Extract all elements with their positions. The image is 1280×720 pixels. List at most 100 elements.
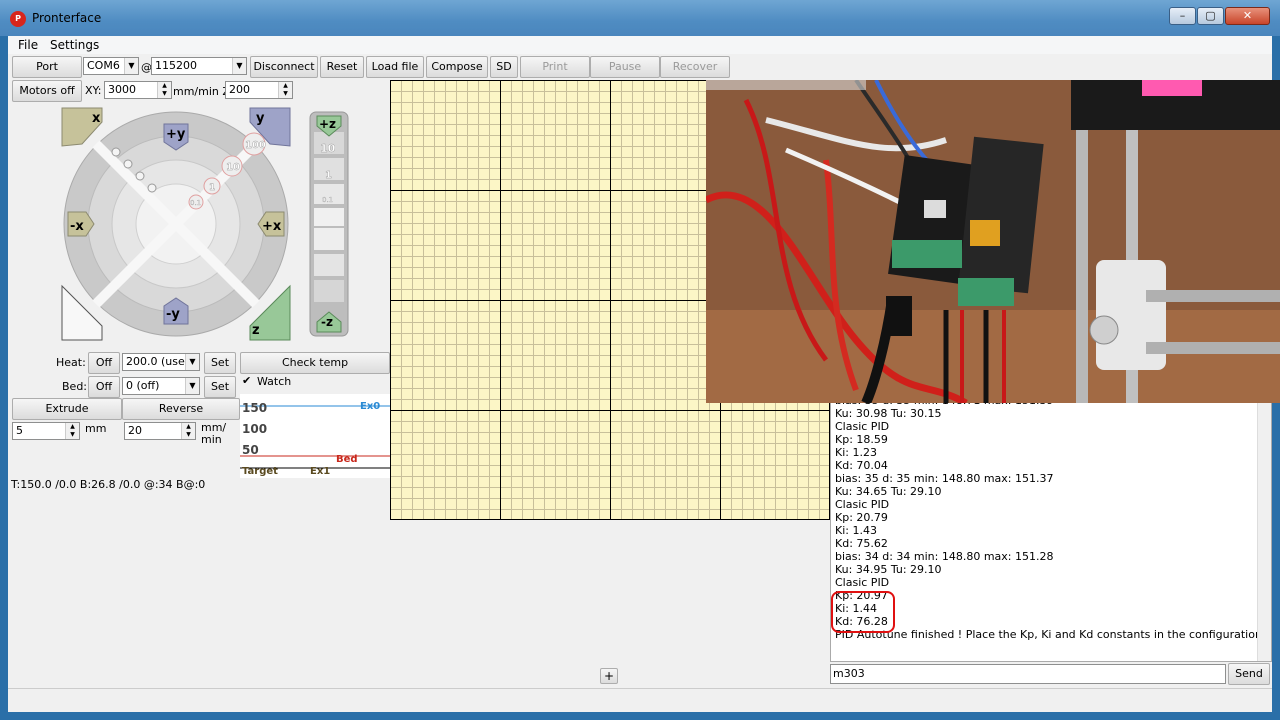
console-log[interactable]: bias: 35 d: 35 min: 148.71 max: 151.39Ku… bbox=[830, 402, 1272, 662]
step-100-label[interactable]: 100 bbox=[245, 140, 266, 151]
log-line: Ku: 34.95 Tu: 29.10 bbox=[835, 563, 942, 576]
port-button[interactable]: Port bbox=[12, 56, 82, 78]
disconnect-button[interactable]: Disconnect bbox=[250, 56, 318, 78]
log-scrollbar[interactable] bbox=[1257, 403, 1271, 661]
log-line: bias: 35 d: 35 min: 148.80 max: 151.37 bbox=[835, 472, 1054, 485]
bed-value: 0 (off) bbox=[126, 379, 160, 392]
extrude-length-input[interactable]: 5 ▲ ▼ bbox=[12, 422, 80, 440]
temperature-graph: 150 100 50 Ex0 Bed Target Ex1 bbox=[240, 394, 390, 478]
z-speed-input[interactable]: 200 ▲ ▼ bbox=[225, 81, 293, 99]
heat-off-button[interactable]: Off bbox=[88, 352, 120, 374]
app-client-area: File Settings Port COM6 ▼ @ 115200 ▼ Dis… bbox=[8, 36, 1280, 712]
status-temperature-line: T:150.0 /0.0 B:26.8 /0.0 @:34 B@:0 bbox=[11, 478, 206, 491]
baud-select[interactable]: 115200 ▼ bbox=[151, 57, 247, 75]
maximize-button[interactable]: ▢ bbox=[1197, 7, 1224, 25]
step-0-1-label[interactable]: 0.1 bbox=[190, 199, 201, 207]
minus-z-label[interactable]: -z bbox=[321, 315, 333, 329]
chevron-down-icon: ▼ bbox=[185, 378, 199, 394]
compose-button[interactable]: Compose bbox=[426, 56, 488, 78]
reset-button[interactable]: Reset bbox=[320, 56, 364, 78]
xy-jog-control[interactable]: x y +y -y -x +x z 100 10 1 0.1 bbox=[56, 106, 296, 342]
chevron-down-icon: ▼ bbox=[232, 58, 246, 74]
video-overlay bbox=[706, 80, 1280, 403]
log-line: Ki: 1.43 bbox=[835, 524, 877, 537]
step-10-label[interactable]: 10 bbox=[226, 162, 240, 173]
extrude-length-value: 5 bbox=[16, 424, 23, 437]
y-tick-50: 50 bbox=[242, 443, 259, 457]
spin-arrows-icon: ▲ ▼ bbox=[278, 82, 292, 98]
bed-off-button[interactable]: Off bbox=[88, 376, 120, 398]
menu-bar: File Settings bbox=[8, 36, 1272, 54]
load-file-button[interactable]: Load file bbox=[366, 56, 424, 78]
z-step-0-1-label[interactable]: 0.1 bbox=[322, 196, 333, 204]
heat-select[interactable]: 200.0 (user) ▼ bbox=[122, 353, 200, 371]
extrude-speed-input[interactable]: 20 ▲ ▼ bbox=[124, 422, 196, 440]
xy-speed-value: 3000 bbox=[108, 83, 136, 96]
log-line: Kd: 75.62 bbox=[835, 537, 888, 550]
check-temp-button[interactable]: Check temp bbox=[240, 352, 390, 374]
heat-label: Heat: bbox=[56, 356, 86, 369]
y-tick-150: 150 bbox=[242, 401, 267, 415]
ex0-legend: Ex0 bbox=[360, 401, 380, 412]
window-title: Pronterface bbox=[32, 11, 102, 25]
bed-select[interactable]: 0 (off) ▼ bbox=[122, 377, 200, 395]
home-z-label[interactable]: z bbox=[252, 323, 260, 338]
close-button[interactable]: ✕ bbox=[1225, 7, 1270, 25]
minus-x-label[interactable]: -x bbox=[70, 219, 84, 234]
z-speed-value: 200 bbox=[229, 83, 250, 96]
step-1-label[interactable]: 1 bbox=[209, 183, 216, 193]
heat-set-button[interactable]: Set bbox=[204, 352, 236, 374]
sd-button[interactable]: SD bbox=[490, 56, 518, 78]
pause-button[interactable]: Pause bbox=[590, 56, 660, 78]
chevron-down-icon: ▼ bbox=[124, 58, 138, 74]
spin-arrows-icon: ▲ ▼ bbox=[65, 423, 79, 439]
spin-arrows-icon: ▲ ▼ bbox=[181, 423, 195, 439]
port-value: COM6 bbox=[87, 59, 120, 72]
port-select[interactable]: COM6 ▼ bbox=[83, 57, 139, 75]
log-line: Kp: 20.79 bbox=[835, 511, 888, 524]
extrude-speed-unit: mm/ min bbox=[201, 421, 227, 446]
baud-value: 115200 bbox=[155, 59, 197, 72]
y-tick-100: 100 bbox=[242, 422, 267, 436]
menu-settings[interactable]: Settings bbox=[50, 38, 99, 52]
plus-x-label[interactable]: +x bbox=[262, 219, 282, 234]
pid-values-highlight bbox=[831, 591, 895, 633]
motors-off-button[interactable]: Motors off bbox=[12, 80, 82, 102]
recover-button[interactable]: Recover bbox=[660, 56, 730, 78]
minimize-button[interactable]: – bbox=[1169, 7, 1196, 25]
add-button[interactable]: + bbox=[600, 668, 618, 684]
plus-y-label[interactable]: +y bbox=[166, 127, 186, 142]
home-x-label[interactable]: x bbox=[92, 111, 101, 126]
command-input[interactable]: m303 bbox=[830, 664, 1226, 684]
heat-value: 200.0 (user) bbox=[126, 355, 194, 368]
reverse-button[interactable]: Reverse bbox=[122, 398, 240, 420]
extrude-length-unit: mm bbox=[85, 422, 107, 435]
log-line: Clasic PID bbox=[835, 420, 890, 433]
xy-speed-input[interactable]: 3000 ▲ ▼ bbox=[104, 81, 172, 99]
z-step-10-label[interactable]: 10 bbox=[320, 142, 336, 155]
log-line: PID Autotune finished ! Place the Kp, Ki… bbox=[835, 628, 1272, 641]
extrude-button[interactable]: Extrude bbox=[12, 398, 122, 420]
home-y-label[interactable]: y bbox=[256, 111, 265, 126]
z-step-1-label[interactable]: 1 bbox=[325, 170, 332, 181]
extrude-speed-value: 20 bbox=[128, 424, 142, 437]
target-legend: Target bbox=[242, 466, 278, 477]
spin-arrows-icon: ▲ ▼ bbox=[157, 82, 171, 98]
log-line: Clasic PID bbox=[835, 576, 890, 589]
log-line: Kd: 70.04 bbox=[835, 459, 888, 472]
log-line: Ki: 1.23 bbox=[835, 446, 877, 459]
log-line: Clasic PID bbox=[835, 498, 890, 511]
log-line: Ku: 34.65 Tu: 29.10 bbox=[835, 485, 942, 498]
log-line: Kp: 18.59 bbox=[835, 433, 888, 446]
print-button[interactable]: Print bbox=[520, 56, 590, 78]
menu-file[interactable]: File bbox=[18, 38, 38, 52]
send-button[interactable]: Send bbox=[1228, 663, 1270, 685]
watch-label: Watch bbox=[257, 375, 292, 388]
title-bar: P Pronterface – ▢ ✕ bbox=[0, 0, 1280, 36]
app-icon: P bbox=[10, 11, 26, 27]
watch-checkbox[interactable]: ✔ bbox=[242, 374, 251, 387]
bed-set-button[interactable]: Set bbox=[204, 376, 236, 398]
minus-y-label[interactable]: -y bbox=[166, 307, 180, 322]
z-jog-control[interactable]: +z -z 10 1 0.1 bbox=[308, 110, 350, 338]
plus-z-label[interactable]: +z bbox=[319, 117, 336, 131]
